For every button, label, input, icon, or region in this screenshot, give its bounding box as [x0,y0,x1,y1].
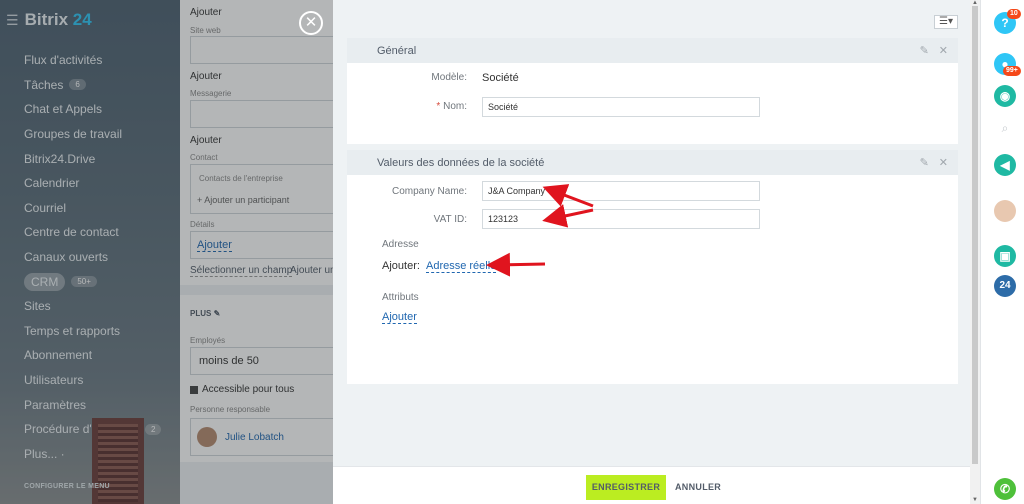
arrow-vat-id [542,204,594,228]
arrow-address [486,252,546,277]
save-button[interactable]: ENREGISTRER [586,475,666,500]
panel-footer: ENREGISTRER ANNULER [333,466,970,504]
chat-icon[interactable]: ◉ [994,85,1016,107]
requisite-panel: ☰▾ Général ✎ ✕ Modèle: Société * Nom: So… [333,0,980,504]
annotation-arrows [486,184,594,277]
scrollbar-thumb[interactable] [972,6,978,464]
arrow-company-name [542,184,594,208]
avatar[interactable] [994,200,1016,222]
search-icon[interactable]: ⌕ [994,117,1016,139]
megaphone-icon[interactable]: ◀ [994,154,1016,176]
close-icon[interactable]: ✕ [299,11,323,35]
timeline-icon[interactable]: ▣ [994,245,1016,267]
overlay-dim[interactable] [0,0,333,504]
scrollbar[interactable]: ▲ ▼ [970,0,980,504]
right-toolbar: ? 10 ● 99+ ◉ ⌕ ◀ ▣ 24 ✆ [980,0,1024,504]
notifications-badge: 99+ [1003,66,1021,76]
phone-icon[interactable]: ✆ [994,478,1016,500]
cancel-button[interactable]: ANNULER [675,475,721,500]
scroll-down-icon[interactable]: ▼ [972,497,978,503]
bitrix24-icon[interactable]: 24 [994,275,1016,297]
help-badge: 10 [1007,9,1021,19]
